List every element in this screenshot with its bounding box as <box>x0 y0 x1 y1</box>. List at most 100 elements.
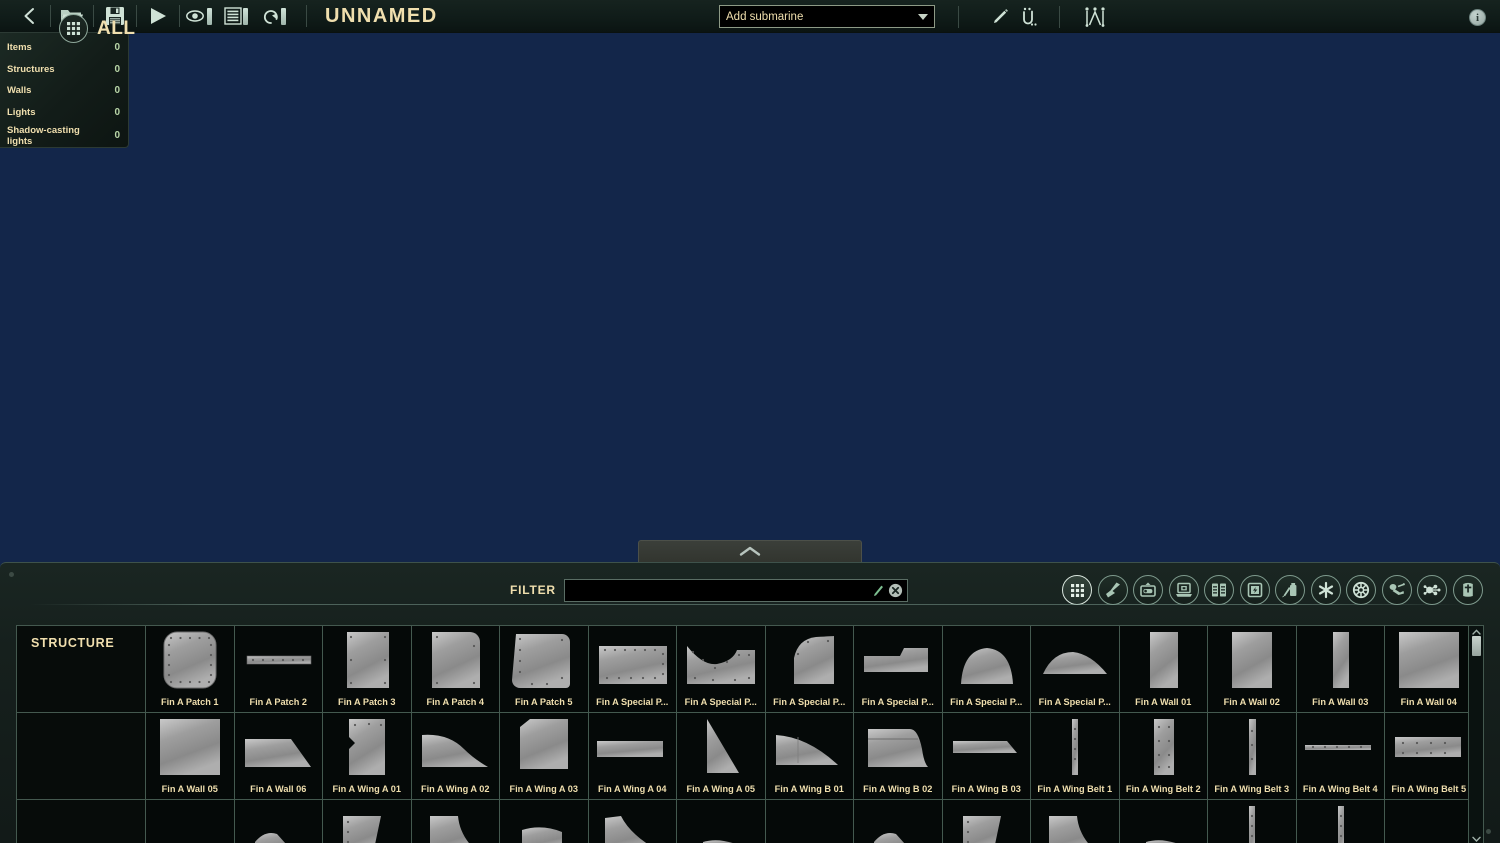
item-label: Fin A Patch 4 <box>426 697 484 707</box>
info-button[interactable]: i <box>1469 9 1486 26</box>
category-containers[interactable] <box>1204 575 1234 605</box>
item-cell[interactable] <box>1385 800 1474 843</box>
item-cell[interactable] <box>1296 800 1385 843</box>
category-fuel[interactable] <box>1381 575 1412 605</box>
item-cell[interactable]: Fin A Wing A 05 <box>677 713 766 800</box>
item-cell[interactable]: Fin A Patch 5 <box>500 626 589 713</box>
scroll-up-button[interactable] <box>1471 627 1482 636</box>
category-weapon[interactable] <box>1310 575 1341 605</box>
item-cell[interactable]: Fin A Wall 01 <box>1119 626 1208 713</box>
wire-tool[interactable] <box>1015 3 1045 31</box>
category-equipment[interactable] <box>1239 575 1270 605</box>
item-cell[interactable]: Fin A Special P... <box>942 626 1031 713</box>
item-cell[interactable]: Fin A Wall 04 <box>1385 626 1474 713</box>
category-diving[interactable] <box>1346 575 1376 605</box>
item-cell[interactable]: Fin A Wall 03 <box>1296 626 1385 713</box>
hull-nodes-icon <box>1085 6 1105 27</box>
item-cell[interactable] <box>411 800 500 843</box>
item-thumbnail <box>235 626 323 694</box>
item-cell[interactable] <box>765 800 854 843</box>
visibility-slider[interactable] <box>207 7 212 25</box>
item-thumbnail <box>1031 713 1119 781</box>
item-cell[interactable]: Fin A Special P... <box>854 626 943 713</box>
stat-label: Lights <box>7 106 36 118</box>
item-row: Fin A Wall 05 Fin A Wall 06 Fin A Wing A 0… <box>17 713 1474 800</box>
item-cell[interactable]: Fin A Wall 05 <box>146 713 235 800</box>
scroll-down-button[interactable] <box>1471 834 1482 843</box>
item-cell[interactable]: Fin A Special P... <box>1031 626 1120 713</box>
editor-canvas[interactable] <box>0 33 1500 563</box>
item-cell[interactable] <box>1119 800 1208 843</box>
item-cell[interactable]: Fin A Patch 1 <box>146 626 235 713</box>
pencil-tool[interactable] <box>985 3 1015 31</box>
category-structure[interactable] <box>1097 575 1128 605</box>
pencil-icon[interactable] <box>872 583 885 598</box>
all-category-group[interactable]: ALL <box>59 14 135 43</box>
visibility-toggle[interactable] <box>186 2 224 30</box>
item-thumbnail <box>1031 626 1119 694</box>
item-cell[interactable]: Fin A Wing B 01 <box>765 713 854 800</box>
item-cell[interactable]: Fin A Special P... <box>677 626 766 713</box>
item-cell[interactable] <box>146 800 235 843</box>
undo-icon <box>263 10 278 24</box>
item-row <box>17 800 1474 843</box>
collapse-panel-button[interactable] <box>638 540 862 562</box>
item-cell[interactable]: Fin A Wing B 03 <box>942 713 1031 800</box>
category-alien[interactable] <box>1452 575 1483 605</box>
item-cell[interactable] <box>1208 800 1297 843</box>
item-thumbnail <box>146 800 234 843</box>
item-cell[interactable] <box>500 800 589 843</box>
clear-filter-icon[interactable] <box>888 583 903 598</box>
item-cell[interactable]: Fin A Patch 3 <box>323 626 412 713</box>
item-cell[interactable] <box>677 800 766 843</box>
item-cell[interactable]: Fin A Patch 4 <box>411 626 500 713</box>
items-grid-area[interactable]: STRUCTURE Fin A Patch 1 Fin A Patch 2 Fin A… <box>16 625 1484 843</box>
undo-button[interactable] <box>262 2 300 30</box>
item-cell[interactable]: Fin A Special P... <box>588 626 677 713</box>
stat-value: 0 <box>114 130 120 141</box>
item-cell[interactable]: Fin A Wing A 04 <box>588 713 677 800</box>
category-buttons <box>1062 575 1483 605</box>
category-medical[interactable] <box>1275 575 1305 605</box>
item-cell[interactable]: Fin A Special P... <box>765 626 854 713</box>
item-cell[interactable]: Fin A Wall 02 <box>1208 626 1297 713</box>
item-cell[interactable]: Fin A Wing B 02 <box>854 713 943 800</box>
item-label: Fin A Wing Belt 1 <box>1037 784 1113 794</box>
filter-input-wrapper[interactable] <box>564 579 908 602</box>
stat-label: Items <box>7 42 32 54</box>
hull-tool[interactable] <box>1080 3 1110 31</box>
undo-slider[interactable] <box>281 7 286 25</box>
item-thumbnail <box>1385 800 1473 843</box>
item-label: Fin A Wing B 01 <box>774 784 844 794</box>
item-cell[interactable]: Fin A Wing A 03 <box>500 713 589 800</box>
item-cell[interactable] <box>854 800 943 843</box>
play-button[interactable] <box>143 2 173 30</box>
category-electrical[interactable] <box>1168 575 1199 605</box>
item-cell[interactable] <box>234 800 323 843</box>
item-cell[interactable]: Fin A Patch 2 <box>234 626 323 713</box>
item-cell[interactable]: Fin A Wing Belt 3 <box>1208 713 1297 800</box>
item-cell[interactable] <box>588 800 677 843</box>
item-cell[interactable]: Fin A Wing A 01 <box>323 713 412 800</box>
scrollbar-thumb[interactable] <box>1472 636 1481 656</box>
item-cell[interactable]: Fin A Wing Belt 2 <box>1119 713 1208 800</box>
category-misc[interactable] <box>1417 575 1447 605</box>
item-cell[interactable]: Fin A Wing Belt 1 <box>1031 713 1120 800</box>
item-cell[interactable]: Fin A Wing A 02 <box>411 713 500 800</box>
category-all[interactable] <box>1062 575 1092 605</box>
list-slider[interactable] <box>243 7 248 25</box>
item-cell[interactable] <box>323 800 412 843</box>
items-scrollbar[interactable] <box>1468 626 1483 843</box>
filter-input[interactable] <box>572 580 872 601</box>
back-button[interactable] <box>14 2 44 30</box>
item-cell[interactable]: Fin A Wall 06 <box>234 713 323 800</box>
item-cell[interactable]: Fin A Wing Belt 5 <box>1385 713 1474 800</box>
list-toggle[interactable] <box>224 2 262 30</box>
grid-icon-button[interactable] <box>59 14 88 43</box>
add-submarine-dropdown[interactable]: Add submarine <box>719 5 935 28</box>
item-cell[interactable] <box>942 800 1031 843</box>
item-cell[interactable]: Fin A Wing Belt 4 <box>1296 713 1385 800</box>
item-label: Fin A Wing A 01 <box>332 784 401 794</box>
item-cell[interactable] <box>1031 800 1120 843</box>
category-machine[interactable] <box>1133 575 1163 605</box>
